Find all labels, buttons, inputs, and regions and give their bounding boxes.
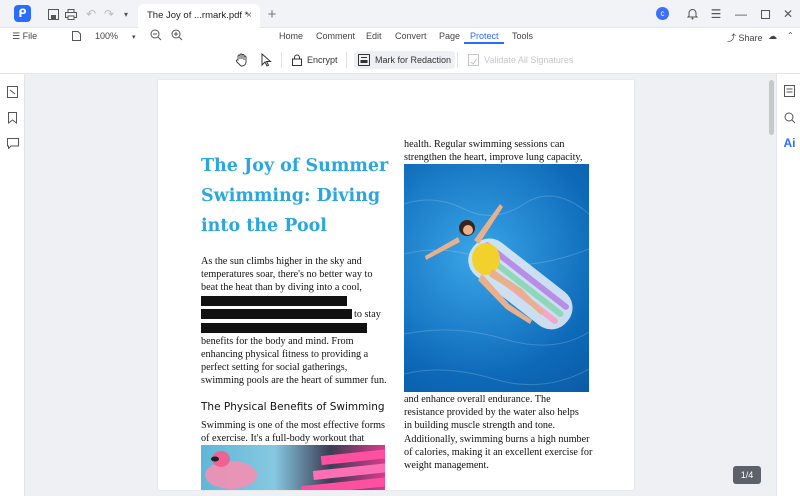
menu-icon[interactable]: ☰: [708, 6, 724, 22]
cloud-upload-icon[interactable]: ☁: [768, 31, 777, 42]
maximize-icon[interactable]: [757, 6, 773, 22]
tab-comment[interactable]: Comment: [316, 31, 355, 41]
column-2-line-1: health. Regular swimming sessions can: [404, 139, 565, 150]
undo-icon[interactable]: ↶: [83, 6, 99, 22]
zoom-dropdown-icon[interactable]: ▾: [132, 33, 136, 41]
paragraph-1-line-3: beat the heat than by diving into a cool…: [201, 282, 362, 293]
validate-signatures-button[interactable]: Validate All Signatures: [464, 51, 577, 69]
document-title: The Joy of Summer Swimming: Diving into …: [201, 156, 389, 236]
redo-icon[interactable]: ↷: [101, 6, 117, 22]
quick-access-dropdown-icon[interactable]: ▾: [118, 6, 134, 22]
menu-bar: ☰ File 100% ▾ Home Comment Edit Convert …: [0, 28, 800, 46]
search-icon[interactable]: [783, 111, 796, 124]
column-2-line-5: in building muscle strength and tone.: [404, 420, 556, 431]
redaction-mark[interactable]: [201, 296, 347, 306]
redaction-mark[interactable]: [201, 323, 367, 333]
swimmer-on-float-image: [404, 164, 589, 392]
validate-label: Validate All Signatures: [484, 55, 574, 65]
tab-protect[interactable]: Protect: [470, 31, 499, 41]
tab-convert[interactable]: Convert: [395, 31, 427, 41]
hand-tool-icon[interactable]: [231, 51, 252, 69]
paragraph-2-line-1: Swimming is one of the most effective fo…: [201, 420, 386, 431]
thumbnails-icon[interactable]: [6, 85, 19, 98]
paragraph-1-line-7: swimming pools are the heart of summer f…: [201, 375, 387, 386]
tab-edit[interactable]: Edit: [366, 31, 382, 41]
tab-tools[interactable]: Tools: [512, 31, 533, 41]
paragraph-1-line-6: perfect setting for social gatherings,: [201, 362, 348, 373]
redaction-icon: [358, 54, 370, 66]
page-number-indicator[interactable]: 1/4: [733, 466, 761, 484]
tab-home[interactable]: Home: [279, 31, 303, 41]
encrypt-label: Encrypt: [307, 55, 338, 65]
app-logo-icon[interactable]: ᑭ: [14, 5, 31, 22]
close-tab-icon[interactable]: ×: [246, 10, 252, 21]
document-tab-title: The Joy of ...rmark.pdf *: [147, 10, 249, 21]
mark-for-redaction-button[interactable]: Mark for Redaction: [354, 51, 456, 69]
lock-icon: [292, 54, 302, 66]
paragraph-1-redacted-tail: to stay: [354, 309, 381, 320]
properties-icon[interactable]: [783, 84, 796, 97]
new-tab-icon[interactable]: +: [264, 6, 280, 23]
title-bar: ᑭ ↶ ↷ ▾ The Joy of ...rmark.pdf * × + c …: [0, 0, 800, 28]
section-heading: The Physical Benefits of Swimming: [201, 401, 385, 413]
paragraph-1-line-2: temperatures soar, there's no better way…: [201, 269, 373, 280]
column-2-line-8: weight management.: [404, 460, 489, 471]
file-menu-label: File: [22, 31, 38, 41]
minimize-icon[interactable]: —: [733, 6, 749, 22]
paragraph-1-line-5: enhancing physical fitness to providing …: [201, 349, 369, 360]
paragraph-1-line-4: benefits for the body and mind. From: [201, 336, 354, 347]
column-2-line-4: resistance provided by the water also he…: [404, 407, 579, 418]
file-menu[interactable]: ☰ File: [12, 31, 37, 42]
comments-icon[interactable]: [6, 137, 19, 150]
share-button[interactable]: ⤴ Share: [727, 31, 763, 44]
encrypt-button[interactable]: Encrypt: [288, 51, 342, 69]
column-2-line-3: and enhance overall endurance. The: [404, 394, 551, 405]
toolbar-divider: [457, 52, 458, 68]
bookmark-icon[interactable]: [6, 111, 19, 124]
zoom-in-icon[interactable]: [171, 29, 183, 43]
account-avatar[interactable]: c: [656, 7, 669, 20]
zoom-value[interactable]: 100%: [95, 31, 118, 41]
ai-assistant-icon[interactable]: Ai: [782, 136, 797, 150]
save-icon[interactable]: [45, 6, 61, 22]
zoom-out-icon[interactable]: [150, 29, 162, 43]
column-2-line-2: strengthen the heart, improve lung capac…: [404, 152, 583, 163]
share-icon: ⤴: [727, 33, 737, 43]
paragraph-1-line-1: As the sun climbs higher in the sky and: [201, 256, 362, 267]
pdf-page: The Joy of Summer Swimming: Diving into …: [158, 80, 634, 490]
tab-page[interactable]: Page: [439, 31, 460, 41]
column-2-line-7: of calories, making it an excellent exer…: [404, 447, 593, 458]
select-cursor-icon[interactable]: [257, 51, 276, 69]
redaction-mark[interactable]: [201, 309, 352, 319]
protect-toolbar: Encrypt Mark for Redaction Validate All …: [0, 46, 800, 74]
window-close-icon[interactable]: ✕: [780, 6, 796, 22]
flamingo-float-image: [201, 445, 385, 490]
toolbar-divider: [346, 52, 347, 68]
toolbar-divider: [281, 52, 282, 68]
page-view-icon[interactable]: [72, 31, 81, 43]
vertical-scrollbar[interactable]: [769, 80, 774, 135]
redaction-label: Mark for Redaction: [375, 55, 452, 65]
document-tab[interactable]: The Joy of ...rmark.pdf * ×: [138, 4, 260, 28]
collapse-ribbon-icon[interactable]: ⌃: [787, 31, 794, 40]
paragraph-2-line-2: of exercise. It's a full-body workout th…: [201, 433, 365, 444]
hamburger-icon: ☰: [12, 31, 21, 41]
right-sidebar: Ai: [776, 74, 800, 496]
column-2-line-6: Additionally, swimming burns a high numb…: [404, 434, 590, 445]
signature-icon: [468, 54, 479, 66]
share-label: Share: [738, 33, 763, 43]
left-sidebar: [0, 74, 25, 496]
notification-bell-icon[interactable]: [684, 6, 700, 22]
print-icon[interactable]: [63, 6, 79, 22]
active-tab-indicator: [464, 42, 504, 44]
